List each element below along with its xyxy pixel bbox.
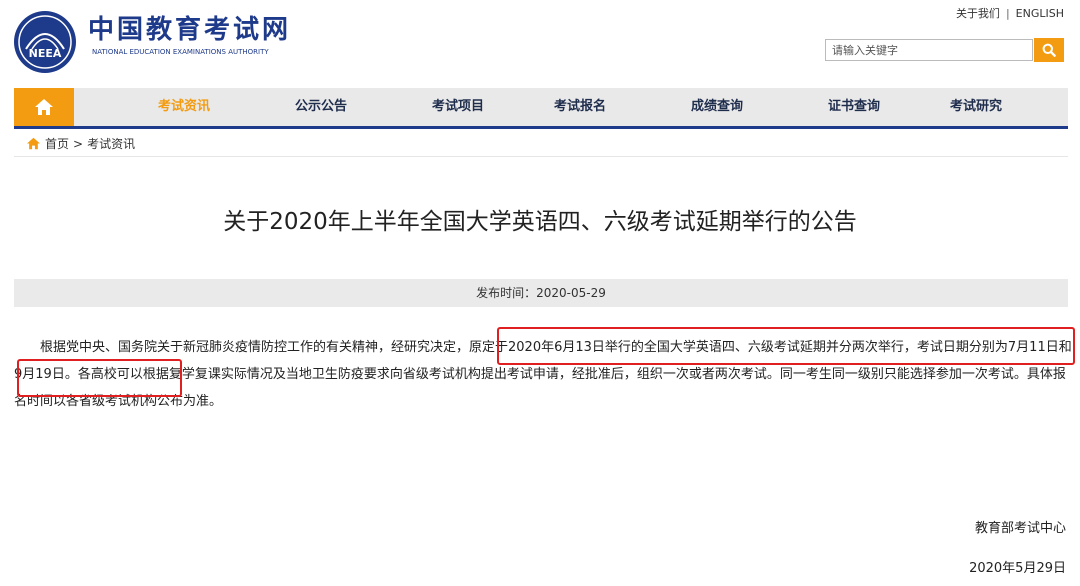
- about-us-link[interactable]: 关于我们: [956, 7, 1000, 20]
- breadcrumb: 首页 > 考试资讯: [26, 135, 135, 152]
- publish-label: 发布时间：: [476, 286, 537, 300]
- signature-date: 2020年5月29日: [969, 561, 1066, 576]
- publish-info-bar: 发布时间：2020-05-29: [14, 279, 1068, 307]
- nav-item-exam-news[interactable]: 考试资讯: [158, 88, 210, 126]
- divider: |: [1005, 7, 1010, 20]
- main-nav: 考试资讯 公示公告 考试项目 考试报名 成绩查询 证书查询 考试研究: [14, 88, 1068, 129]
- neea-logo-emblem[interactable]: NEEA: [12, 9, 78, 75]
- article-body: 根据党中央、国务院关于新冠肺炎疫情防控工作的有关精神，经研究决定，原定于2020…: [14, 340, 1072, 409]
- breadcrumb-separator: >: [73, 136, 84, 151]
- site-logo-subtitle: NATIONAL EDUCATION EXAMINATIONS AUTHORIT…: [92, 48, 269, 56]
- search-button[interactable]: [1034, 38, 1064, 62]
- nav-home-button[interactable]: [14, 88, 74, 126]
- logo-emblem-text: NEEA: [29, 47, 62, 60]
- breadcrumb-current[interactable]: 考试资讯: [87, 135, 135, 152]
- home-icon: [27, 137, 40, 150]
- search-icon: [1042, 43, 1056, 57]
- nav-item-announcements[interactable]: 公示公告: [295, 88, 347, 126]
- nav-item-exam-programs[interactable]: 考试项目: [432, 88, 484, 126]
- nav-item-certificate-query[interactable]: 证书查询: [828, 88, 880, 126]
- publish-date: 2020-05-29: [536, 286, 606, 300]
- nav-item-score-query[interactable]: 成绩查询: [691, 88, 743, 126]
- search-input[interactable]: [825, 39, 1033, 61]
- divider: [14, 156, 1068, 157]
- home-icon: [35, 99, 53, 115]
- signature-organization: 教育部考试中心: [974, 521, 1066, 536]
- english-link[interactable]: ENGLISH: [1016, 7, 1064, 20]
- top-links: 关于我们 | ENGLISH: [956, 5, 1064, 21]
- breadcrumb-home[interactable]: 首页: [45, 135, 69, 152]
- nav-item-registration[interactable]: 考试报名: [554, 88, 606, 126]
- article-title: 关于2020年上半年全国大学英语四、六级考试延期举行的公告: [223, 209, 857, 235]
- nav-item-exam-research[interactable]: 考试研究: [950, 88, 1002, 126]
- site-logo-title[interactable]: 中国教育考试网: [88, 14, 291, 46]
